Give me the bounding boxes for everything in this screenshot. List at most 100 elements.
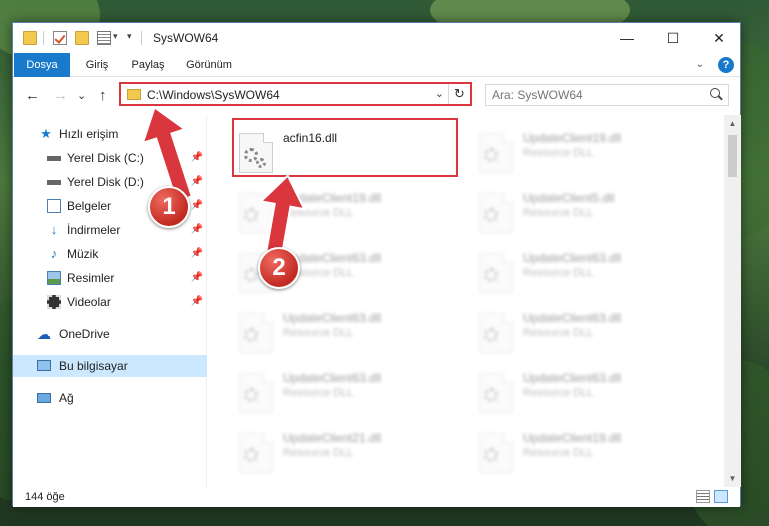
tab-gorunum[interactable]: Görünüm xyxy=(179,53,239,77)
address-path[interactable]: C:\Windows\SysWOW64 xyxy=(147,88,280,102)
pictures-icon xyxy=(47,271,61,285)
file-tile[interactable]: UpdateClient63.dll Resource DLL xyxy=(209,305,429,359)
sidebar-item-label: Hızlı erişim xyxy=(59,127,119,141)
sidebar-item-label: Bu bilgisayar xyxy=(59,359,128,373)
details-view-icon[interactable] xyxy=(696,490,710,503)
file-tile[interactable]: UpdateClient19.dll Resource DLL xyxy=(449,425,669,479)
file-name: UpdateClient19.dll xyxy=(523,431,622,445)
file-name: UpdateClient63.dll xyxy=(523,311,622,325)
tiles-view-icon[interactable] xyxy=(714,490,728,503)
sidebar-item-label: Videolar xyxy=(67,295,111,309)
sidebar-item-label: Müzik xyxy=(67,247,99,261)
file-type: Resource DLL xyxy=(523,267,594,279)
tab-giris[interactable]: Giriş xyxy=(77,53,117,77)
window-title: SysWOW64 xyxy=(153,31,219,45)
drive-icon xyxy=(47,175,61,189)
dll-file-icon xyxy=(479,133,513,173)
tab-dosya[interactable]: Dosya xyxy=(14,53,70,77)
status-bar: 144 öğe xyxy=(13,487,740,507)
sidebar-item-pictures[interactable]: Resimler 📌 xyxy=(13,267,207,289)
toolbar-separator xyxy=(141,31,142,45)
download-icon: ↓ xyxy=(50,222,58,237)
expand-ribbon-icon[interactable]: ⌄ xyxy=(696,59,704,70)
sidebar-item-label: Yerel Disk (C:) xyxy=(67,151,144,165)
new-folder-icon[interactable] xyxy=(75,31,89,45)
file-tile[interactable]: UpdateClient63.dll Resource DLL xyxy=(209,365,429,419)
file-tile[interactable]: UpdateClient63.dll Resource DLL xyxy=(449,365,669,419)
sidebar-item-label: Yerel Disk (D:) xyxy=(67,175,144,189)
customize-toolbar-icon[interactable]: ▾ xyxy=(127,31,132,42)
file-type: Resource DLL xyxy=(283,447,354,459)
scroll-up-icon[interactable]: ▲ xyxy=(724,115,741,132)
sidebar-item-network[interactable]: Ağ xyxy=(13,387,207,409)
ribbon-tabs: Dosya Giriş Paylaş Görünüm ⌄ ? xyxy=(13,53,740,77)
pin-icon[interactable]: 📌 xyxy=(191,243,203,265)
view-options-icon[interactable] xyxy=(97,31,111,45)
sidebar-item-label: İndirmeler xyxy=(67,223,121,237)
file-name: UpdateClient19.dll xyxy=(523,131,622,145)
dll-file-icon xyxy=(479,373,513,413)
file-tile[interactable]: UpdateClient63.dll Resource DLL xyxy=(449,245,669,299)
pin-icon[interactable]: 📌 xyxy=(191,291,203,313)
up-button[interactable]: ↑ xyxy=(99,87,107,104)
chevron-down-icon[interactable]: ▾ xyxy=(113,31,118,42)
minimize-button[interactable]: — xyxy=(604,23,650,53)
sidebar-item-label: Resimler xyxy=(67,271,115,285)
address-bar[interactable]: C:\Windows\SysWOW64 ⌄ ↻ xyxy=(119,82,472,106)
computer-icon xyxy=(37,360,51,371)
file-type: Resource DLL xyxy=(283,387,354,399)
file-type: Resource DLL xyxy=(523,387,594,399)
star-icon: ★ xyxy=(40,126,52,141)
search-icon[interactable] xyxy=(710,88,720,98)
file-tile[interactable]: UpdateClient63.dll Resource DLL xyxy=(209,245,429,299)
sidebar-item-music[interactable]: ♪ Müzik 📌 xyxy=(13,243,207,265)
file-tile[interactable]: UpdateClient21.dll Resource DLL xyxy=(209,425,429,479)
pin-icon[interactable]: 📌 xyxy=(191,267,203,289)
title-bar: ▾ ▾ SysWOW64 — ☐ ✕ xyxy=(13,23,740,53)
refresh-button[interactable]: ↻ xyxy=(448,84,470,104)
file-tile[interactable]: UpdateClient5.dll Resource DLL xyxy=(449,185,669,239)
scroll-thumb[interactable] xyxy=(728,135,737,177)
sidebar-item-label: Belgeler xyxy=(67,199,112,213)
file-name: UpdateClient63.dll xyxy=(283,311,382,325)
step-1-badge: 1 xyxy=(148,186,190,228)
dll-file-icon xyxy=(479,253,513,293)
search-input[interactable] xyxy=(492,88,692,102)
file-tile[interactable]: UpdateClient63.dll Resource DLL xyxy=(449,305,669,359)
vertical-scrollbar[interactable]: ▲ ▼ xyxy=(724,115,741,487)
help-icon[interactable]: ? xyxy=(718,57,734,73)
close-button[interactable]: ✕ xyxy=(696,23,742,53)
sidebar-item-label: Ağ xyxy=(59,391,74,405)
tab-paylas[interactable]: Paylaş xyxy=(123,53,173,77)
sidebar-item-videos[interactable]: Videolar 📌 xyxy=(13,291,207,313)
pin-icon[interactable]: 📌 xyxy=(191,219,203,241)
search-box[interactable] xyxy=(485,84,729,106)
scroll-down-icon[interactable]: ▼ xyxy=(724,470,741,487)
folder-icon xyxy=(127,89,141,100)
sidebar-item-onedrive[interactable]: ☁ OneDrive xyxy=(13,323,207,345)
toolbar-separator xyxy=(43,31,44,45)
video-icon xyxy=(47,295,61,309)
file-tile[interactable]: UpdateClient19.dll Resource DLL xyxy=(209,185,429,239)
maximize-button[interactable]: ☐ xyxy=(650,23,696,53)
file-type: Resource DLL xyxy=(523,147,594,159)
file-explorer-window: ▾ ▾ SysWOW64 — ☐ ✕ Dosya Giriş Paylaş Gö… xyxy=(12,22,741,507)
network-icon xyxy=(37,393,51,403)
file-tile[interactable]: UpdateClient19.dll Resource DLL xyxy=(449,125,669,179)
dll-file-icon xyxy=(479,193,513,233)
dll-file-icon xyxy=(479,433,513,473)
forward-button[interactable]: → xyxy=(53,87,68,104)
properties-check-icon[interactable] xyxy=(53,31,67,45)
file-type: Resource DLL xyxy=(523,207,594,219)
recent-locations-button[interactable]: ⌄ xyxy=(77,89,86,102)
sidebar-item-this-pc[interactable]: Bu bilgisayar xyxy=(13,355,207,377)
file-name: UpdateClient63.dll xyxy=(283,371,382,385)
file-name: UpdateClient63.dll xyxy=(523,371,622,385)
sidebar-item-label: OneDrive xyxy=(59,327,110,341)
music-icon: ♪ xyxy=(50,246,58,261)
step-2-badge: 2 xyxy=(258,247,300,289)
file-name: UpdateClient21.dll xyxy=(283,431,382,445)
back-button[interactable]: ← xyxy=(25,87,40,104)
chevron-down-icon[interactable]: ⌄ xyxy=(435,87,444,100)
file-name: UpdateClient63.dll xyxy=(523,251,622,265)
